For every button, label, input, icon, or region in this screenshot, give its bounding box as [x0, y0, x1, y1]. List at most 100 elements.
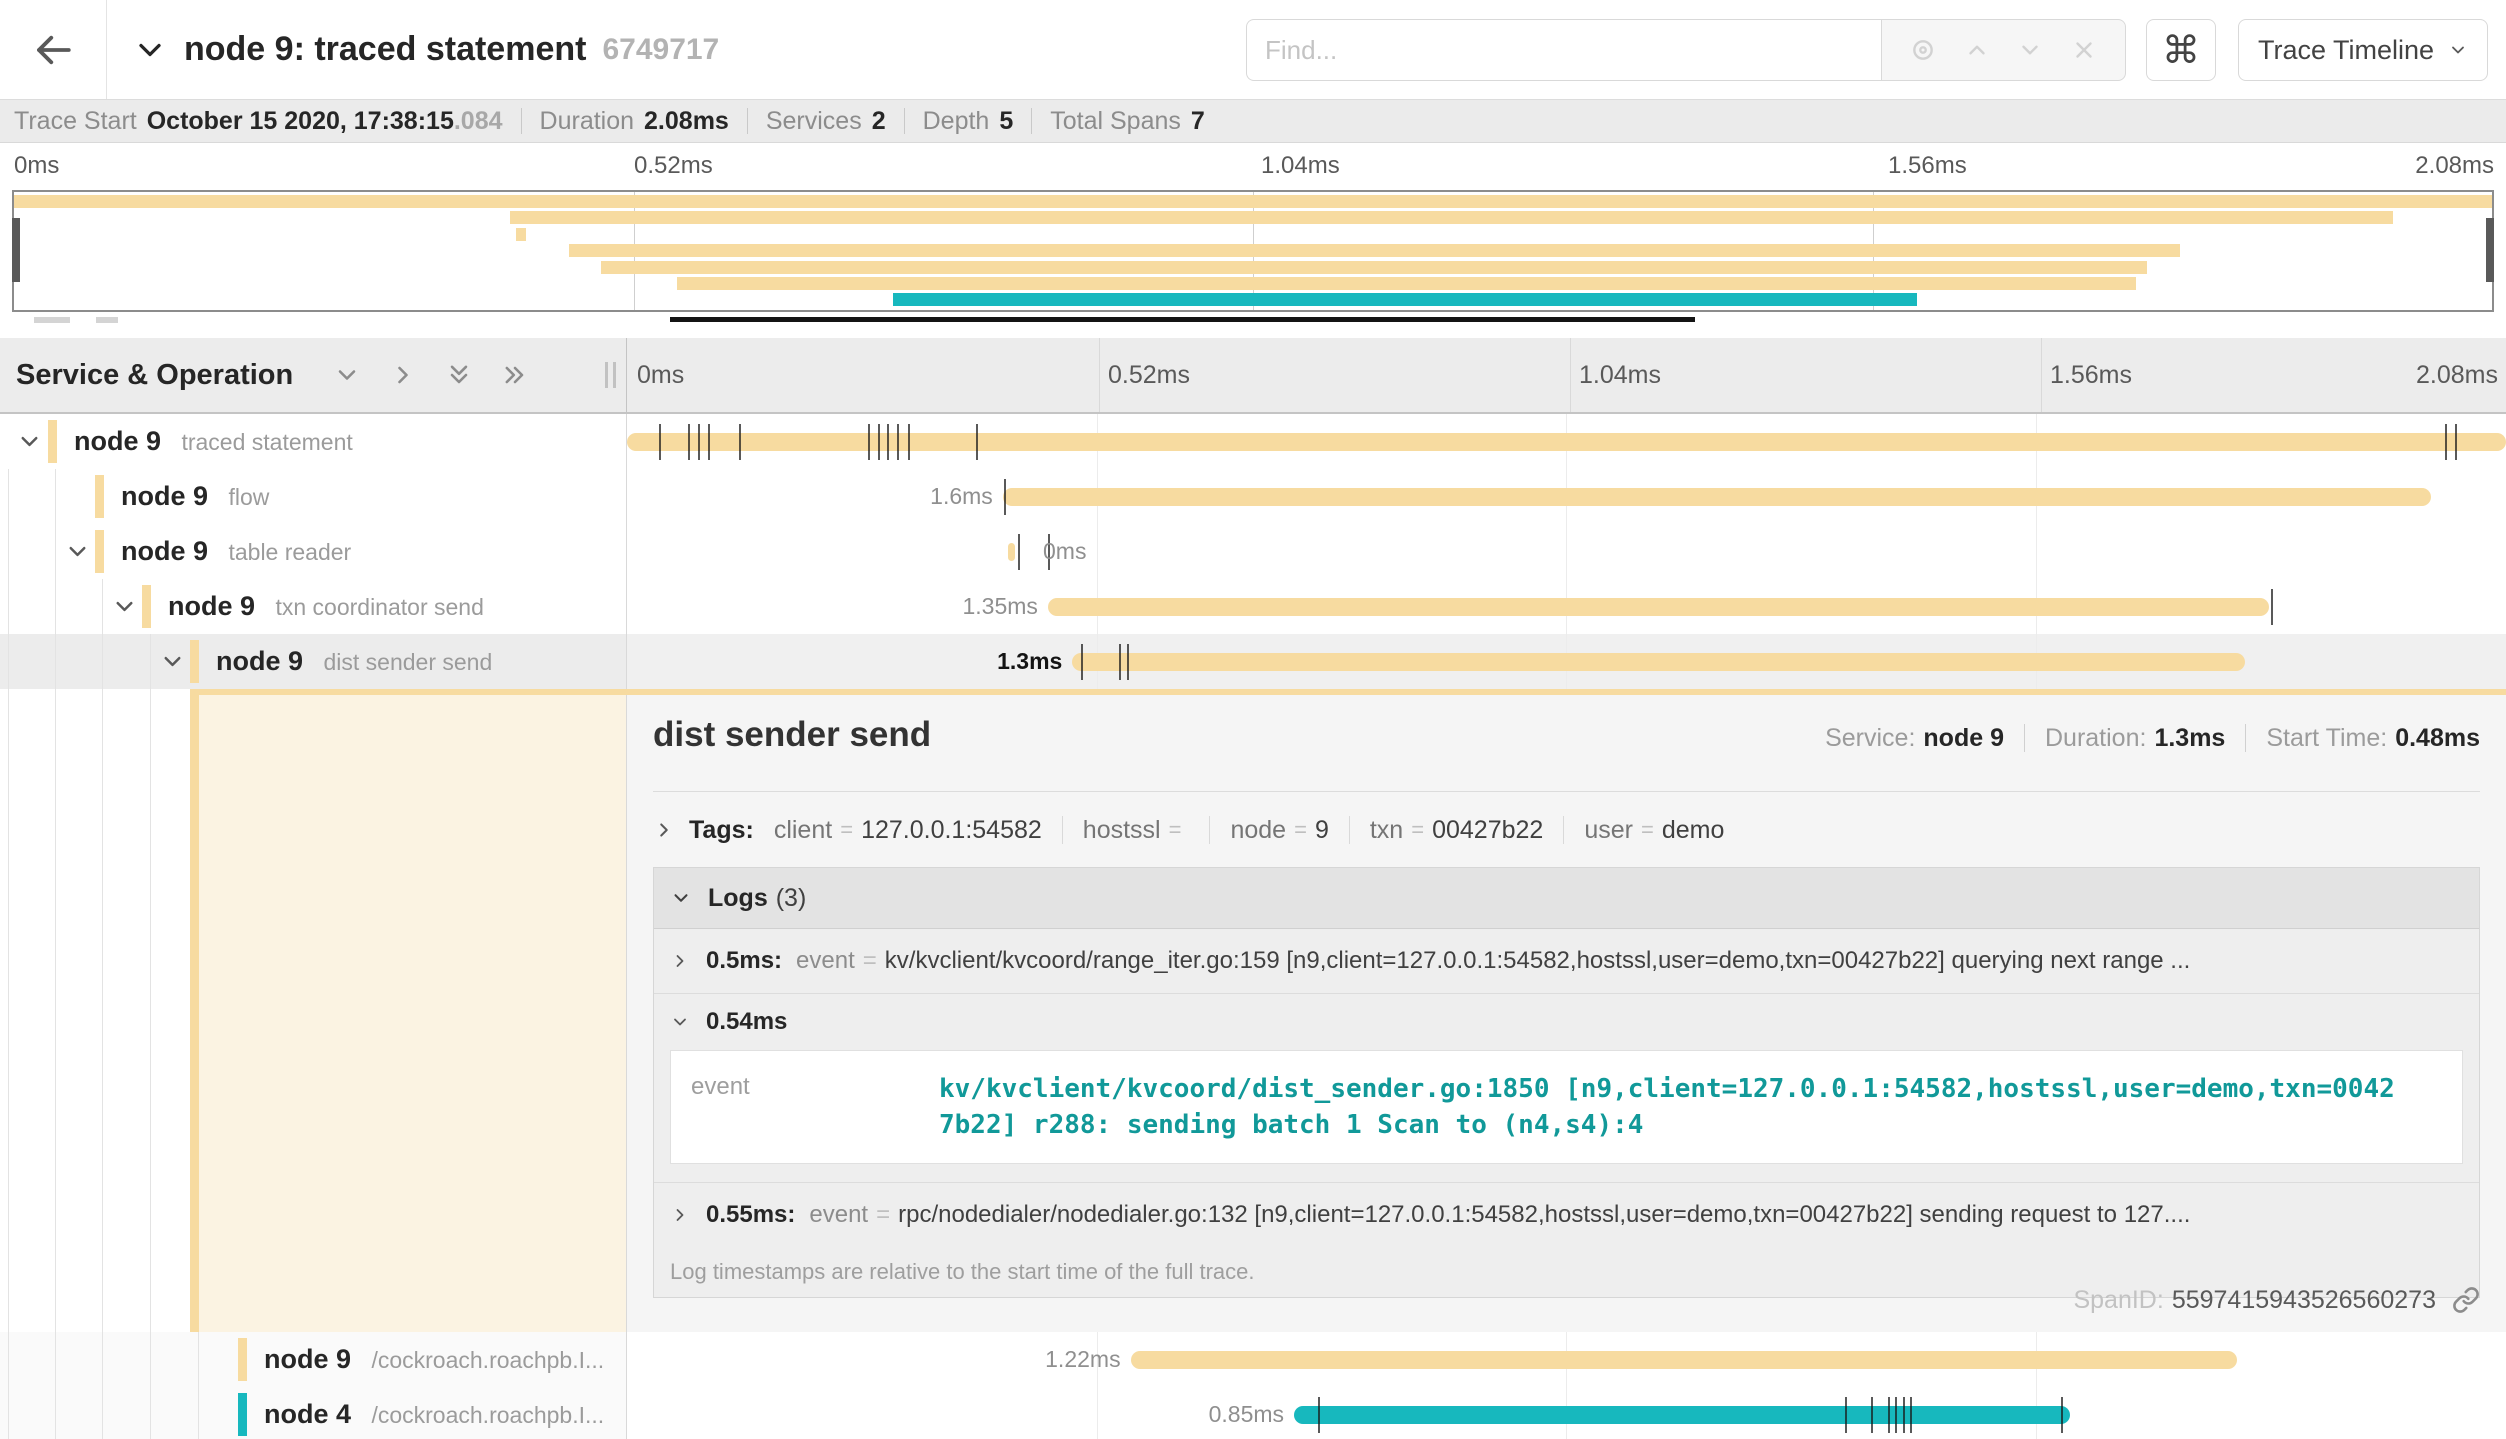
logs-count: (3): [776, 884, 807, 913]
logs-header[interactable]: Logs (3): [654, 868, 2479, 929]
collapse-all-icon[interactable]: [501, 361, 529, 389]
span-bar[interactable]: [1072, 653, 2244, 671]
minimap-right-drag-handle[interactable]: [2486, 218, 2494, 282]
duration-label: 1.6ms: [930, 469, 993, 524]
chevron-down-icon: [670, 1012, 690, 1032]
collapse-chevron-icon[interactable]: [64, 538, 91, 565]
tag-equals: =: [840, 817, 853, 843]
minimap-span-bar: [677, 277, 2137, 290]
span-name-cell[interactable]: node 9 traced statement: [0, 414, 627, 469]
expand-one-level-icon[interactable]: [333, 361, 361, 389]
minimap-scrollbar[interactable]: [670, 317, 1695, 322]
service-name: node 9: [264, 1344, 351, 1374]
span-name: node 9 table reader: [121, 524, 351, 579]
minimap-span-bar: [893, 293, 1916, 306]
minimap-tick-1: 0.52ms: [634, 152, 713, 180]
span-name: node 9 flow: [121, 469, 269, 524]
span-name: node 4 /cockroach.roachpb.I...: [264, 1387, 604, 1439]
log-marker: [1004, 479, 1006, 515]
span-name-cell[interactable]: node 9 table reader: [0, 524, 627, 579]
depth-label: Depth: [923, 107, 990, 136]
ruler-tick-4: 2.08ms: [2416, 338, 2498, 412]
span-color-bar: [95, 530, 104, 573]
service-name: node 9: [168, 591, 255, 621]
expand-all-icon[interactable]: [445, 361, 473, 389]
collapse-chevron-icon[interactable]: [16, 428, 43, 455]
span-name: node 9 dist sender send: [216, 634, 492, 689]
log-marker: [1888, 1397, 1890, 1433]
indent-guide: [198, 1387, 199, 1439]
span-name-cell[interactable]: node 9 flow: [0, 469, 627, 524]
collapse-title-chevron-icon[interactable]: [132, 32, 168, 68]
indent-guide: [102, 689, 103, 1332]
total-spans-value: 7: [1191, 107, 1205, 136]
span-timeline-cell: 1.3ms: [627, 634, 2506, 689]
column-resize-grip[interactable]: [605, 362, 616, 388]
collapse-chevron-icon[interactable]: [111, 593, 138, 620]
span-color-bar: [95, 475, 104, 518]
log-timestamp: 0.5ms:: [706, 947, 782, 975]
indent-guide: [150, 689, 151, 1332]
locate-match-icon[interactable]: [1910, 37, 1936, 63]
span-color-bar: [48, 420, 57, 463]
span-bar[interactable]: [1008, 543, 1015, 561]
span-row-traced-statement: node 9 traced statement: [0, 414, 2506, 469]
tag-value: demo: [1662, 816, 1725, 845]
chevron-down-icon: [2448, 40, 2468, 60]
span-bar[interactable]: [1048, 598, 2269, 616]
span-name-cell[interactable]: node 9 dist sender send: [0, 634, 627, 689]
log-entry-1[interactable]: 0.5ms: event = kv/kvclient/kvcoord/range…: [654, 929, 2479, 993]
log-entry-3[interactable]: 0.55ms: event = rpc/nodedialer/nodediale…: [654, 1183, 2479, 1247]
next-match-icon[interactable]: [2017, 37, 2043, 63]
trace-title-group: node 9: traced statement 6749717: [132, 0, 719, 99]
indent-guide: [102, 579, 103, 634]
collapse-one-level-icon[interactable]: [389, 361, 417, 389]
trace-viewer: node 9: traced statement 6749717 ⌘ Trace…: [0, 0, 2506, 1439]
log-entry-2-header[interactable]: 0.54ms: [654, 994, 2479, 1050]
tag-equals: =: [1169, 817, 1182, 843]
back-button[interactable]: [0, 0, 107, 99]
keyboard-shortcuts-button[interactable]: ⌘: [2146, 19, 2216, 81]
log-marker: [1903, 1397, 1905, 1433]
minimap-left-drag-handle[interactable]: [12, 218, 20, 282]
log-marker: [708, 424, 710, 460]
operation-name: flow: [228, 484, 269, 510]
indent-guide: [150, 1332, 151, 1387]
span-name-cell[interactable]: node 4 /cockroach.roachpb.I...: [0, 1387, 627, 1439]
link-icon[interactable]: [2452, 1286, 2480, 1314]
span-timeline-cell: 1.35ms: [627, 579, 2506, 634]
span-bar[interactable]: [1294, 1406, 2070, 1424]
selected-span-color-bar: [190, 689, 199, 1332]
indent-guide: [102, 1387, 103, 1439]
detail-title: dist sender send: [653, 715, 931, 755]
clear-find-icon[interactable]: [2071, 37, 2097, 63]
operation-name: txn coordinator send: [275, 594, 483, 620]
trace-minimap[interactable]: [12, 190, 2494, 312]
tags-row[interactable]: Tags: client = 127.0.0.1:54582 hostssl =…: [653, 801, 1724, 859]
span-row-txn-coordinator-send: node 9 txn coordinator send 1.35ms: [0, 579, 2506, 634]
chevron-right-icon: [670, 951, 690, 971]
span-bar[interactable]: [1131, 1351, 2238, 1369]
previous-match-icon[interactable]: [1964, 37, 1990, 63]
operation-name: traced statement: [181, 429, 352, 455]
duration-label: 1.35ms: [962, 579, 1037, 634]
operation-name: /cockroach.roachpb.I...: [371, 1347, 604, 1373]
ruler-tick-2: 1.04ms: [1579, 338, 1661, 412]
span-row-dist-sender-send-selected: node 9 dist sender send 1.3ms: [0, 634, 2506, 689]
span-name-cell[interactable]: node 9 /cockroach.roachpb.I...: [0, 1332, 627, 1387]
log-marker: [878, 424, 880, 460]
span-name: node 9 traced statement: [74, 414, 353, 469]
tag-key: node: [1230, 816, 1286, 845]
services-label: Services: [766, 107, 862, 136]
span-bar[interactable]: [1003, 488, 2431, 506]
chevron-right-icon: [670, 1205, 690, 1225]
find-input[interactable]: [1246, 19, 1881, 81]
tag-value: 00427b22: [1432, 816, 1543, 845]
duration-label: 0ms: [1043, 524, 1086, 579]
start-time-value: 0.48ms: [2395, 724, 2480, 753]
span-name-cell[interactable]: node 9 txn coordinator send: [0, 579, 627, 634]
collapse-chevron-icon[interactable]: [159, 648, 186, 675]
trace-view-dropdown[interactable]: Trace Timeline: [2238, 19, 2488, 81]
log-equals: =: [863, 947, 877, 975]
detail-accent-border: [190, 689, 2506, 695]
